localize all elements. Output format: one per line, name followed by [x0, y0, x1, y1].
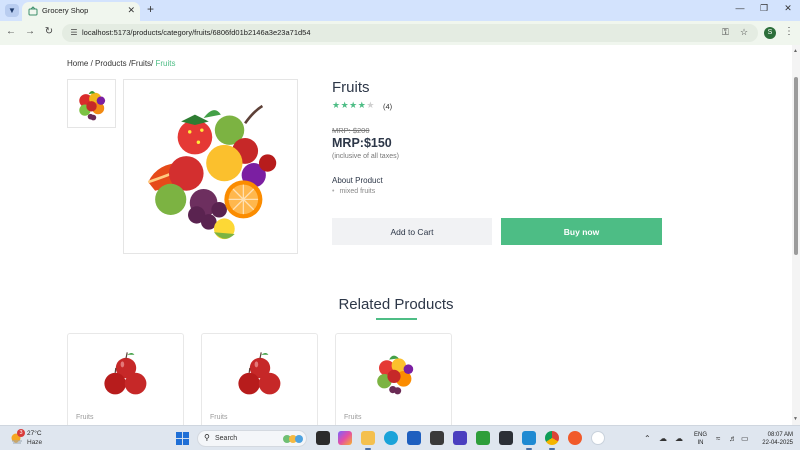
page-scrollbar[interactable]: ▲ ▼ — [792, 45, 800, 425]
apples-image — [238, 352, 281, 395]
wifi-icon[interactable]: ≈ — [716, 434, 720, 443]
related-product-card[interactable]: Fruits — [201, 333, 318, 425]
edge-browser-icon[interactable] — [384, 431, 398, 445]
browser-tab[interactable]: Grocery Shop ✕ — [22, 2, 140, 21]
mixed-fruits-thumbnail-image — [79, 91, 106, 121]
bookmark-star-icon[interactable]: ☆ — [740, 27, 748, 38]
microsoft-store-icon[interactable] — [407, 431, 421, 445]
app-icon[interactable] — [453, 431, 467, 445]
product-main-image — [123, 79, 298, 254]
mongodb-icon[interactable] — [591, 431, 605, 445]
new-tab-icon[interactable]: + — [147, 2, 154, 16]
tab-close-icon[interactable]: ✕ — [127, 5, 135, 16]
terminal-icon[interactable] — [499, 431, 513, 445]
site-info-icon[interactable]: ☰ — [68, 27, 80, 39]
windows-start-icon[interactable] — [176, 432, 189, 445]
postman-icon[interactable] — [568, 431, 582, 445]
product-title: Fruits — [332, 79, 370, 96]
bullet-icon: • — [332, 188, 335, 195]
star-empty-icon: ★ — [366, 100, 375, 110]
product-thumbnail[interactable] — [67, 79, 116, 128]
about-product-heading: About Product — [332, 176, 383, 185]
card-category: Fruits — [76, 414, 94, 421]
file-explorer-icon[interactable] — [361, 431, 375, 445]
tax-note: (inclusive of all taxes) — [332, 153, 399, 160]
system-clock[interactable]: 08:07 AM 22-04-2025 — [757, 431, 793, 447]
mixed-fruits-image — [147, 104, 277, 240]
about-product-item: • mixed fruits — [332, 188, 375, 195]
star-filled-icon: ★ — [340, 100, 350, 110]
about-item-text: mixed fruits — [339, 188, 376, 195]
task-view-icon[interactable] — [316, 431, 330, 445]
card-category: Fruits — [210, 414, 228, 421]
page-content: Home / Products /Fruits/ Fruits Fruits ★… — [0, 45, 792, 425]
weather-alert-badge: 3 — [17, 429, 25, 437]
taskbar-search[interactable]: ⚲ Search — [197, 430, 307, 447]
related-products-heading: Related Products — [338, 296, 454, 313]
grocery-favicon-icon — [28, 6, 38, 16]
related-product-card[interactable]: Fruits — [335, 333, 452, 425]
password-key-icon[interactable]: ⚿ — [722, 27, 729, 38]
battery-icon[interactable]: ▭ — [741, 434, 749, 443]
card-category: Fruits — [344, 414, 362, 421]
star-filled-icon: ★ — [349, 100, 358, 110]
breadcrumb: Home / Products /Fruits/ Fruits — [67, 59, 176, 68]
vscode-icon[interactable] — [522, 431, 536, 445]
profile-avatar[interactable]: S — [764, 27, 776, 39]
app-icon[interactable] — [430, 431, 444, 445]
forward-icon[interactable]: → — [23, 26, 37, 37]
copilot-icon[interactable] — [338, 431, 352, 445]
mixed-fruits-image — [377, 355, 414, 395]
restore-icon[interactable]: ❐ — [757, 3, 771, 14]
volume-icon[interactable]: ♬ — [729, 434, 737, 443]
scroll-up-icon[interactable]: ▲ — [793, 48, 798, 54]
breadcrumb-home[interactable]: Home — [67, 59, 88, 68]
browser-toolbar: ← → ↻ ☰ localhost:5173/products/category… — [0, 21, 800, 45]
chrome-icon[interactable] — [545, 431, 559, 445]
language-code: ENG — [694, 432, 708, 438]
clock-time: 08:07 AM — [767, 432, 793, 438]
apples-image — [104, 352, 147, 395]
breadcrumb-category[interactable]: Fruits — [131, 59, 151, 68]
browser-menu-icon[interactable]: ⋮ — [784, 26, 794, 37]
rating-stars: ★★★★★ — [332, 100, 375, 111]
old-price: MRP: $200 — [332, 126, 370, 135]
weather-temperature: 27°C — [27, 430, 42, 437]
browser-tab-strip: ▼ Grocery Shop ✕ + — ❐ ✕ — [0, 0, 800, 21]
tab-title: Grocery Shop — [42, 6, 89, 15]
heading-underline — [376, 318, 417, 320]
tray-network-icon[interactable]: ☁ — [675, 434, 683, 443]
related-product-card[interactable]: Fruits — [67, 333, 184, 425]
window-close-icon[interactable]: ✕ — [781, 3, 795, 14]
breadcrumb-current: Fruits — [155, 59, 176, 68]
minimize-icon[interactable]: — — [733, 3, 747, 13]
clock-date: 22-04-2025 — [762, 440, 793, 446]
reload-icon[interactable]: ↻ — [42, 26, 56, 37]
address-bar[interactable]: ☰ localhost:5173/products/category/fruit… — [62, 24, 758, 42]
language-region: IN — [697, 440, 704, 446]
xbox-icon[interactable] — [476, 431, 490, 445]
star-filled-icon: ★ — [332, 100, 341, 110]
buy-now-button[interactable]: Buy now — [501, 218, 662, 245]
tray-chevron-icon[interactable]: ⌃ — [644, 434, 651, 443]
add-to-cart-button[interactable]: Add to Cart — [332, 218, 492, 245]
search-icon: ⚲ — [204, 433, 210, 442]
weather-description: Haze — [27, 439, 43, 446]
breadcrumb-separator: / — [88, 59, 96, 68]
address-url: localhost:5173/products/category/fruits/… — [82, 28, 311, 37]
tab-search-icon[interactable]: ▼ — [5, 4, 19, 17]
current-price: MRP:$150 — [332, 136, 392, 150]
review-count: (4) — [383, 102, 393, 111]
tray-app-icon[interactable]: ☁ — [659, 434, 667, 443]
scroll-thumb[interactable] — [794, 77, 798, 255]
windows-taskbar: 3 27°C Haze ⚲ Search ⌃ ☁ ☁ ENG IN ≈ ♬ ▭ 0… — [0, 425, 800, 450]
back-icon[interactable]: ← — [4, 26, 18, 37]
input-language[interactable]: ENG IN — [694, 431, 707, 447]
breadcrumb-products[interactable]: Products — [95, 59, 127, 68]
search-highlight-icon — [283, 435, 303, 443]
taskbar-search-label: Search — [215, 435, 238, 442]
scroll-down-icon[interactable]: ▼ — [793, 416, 798, 422]
